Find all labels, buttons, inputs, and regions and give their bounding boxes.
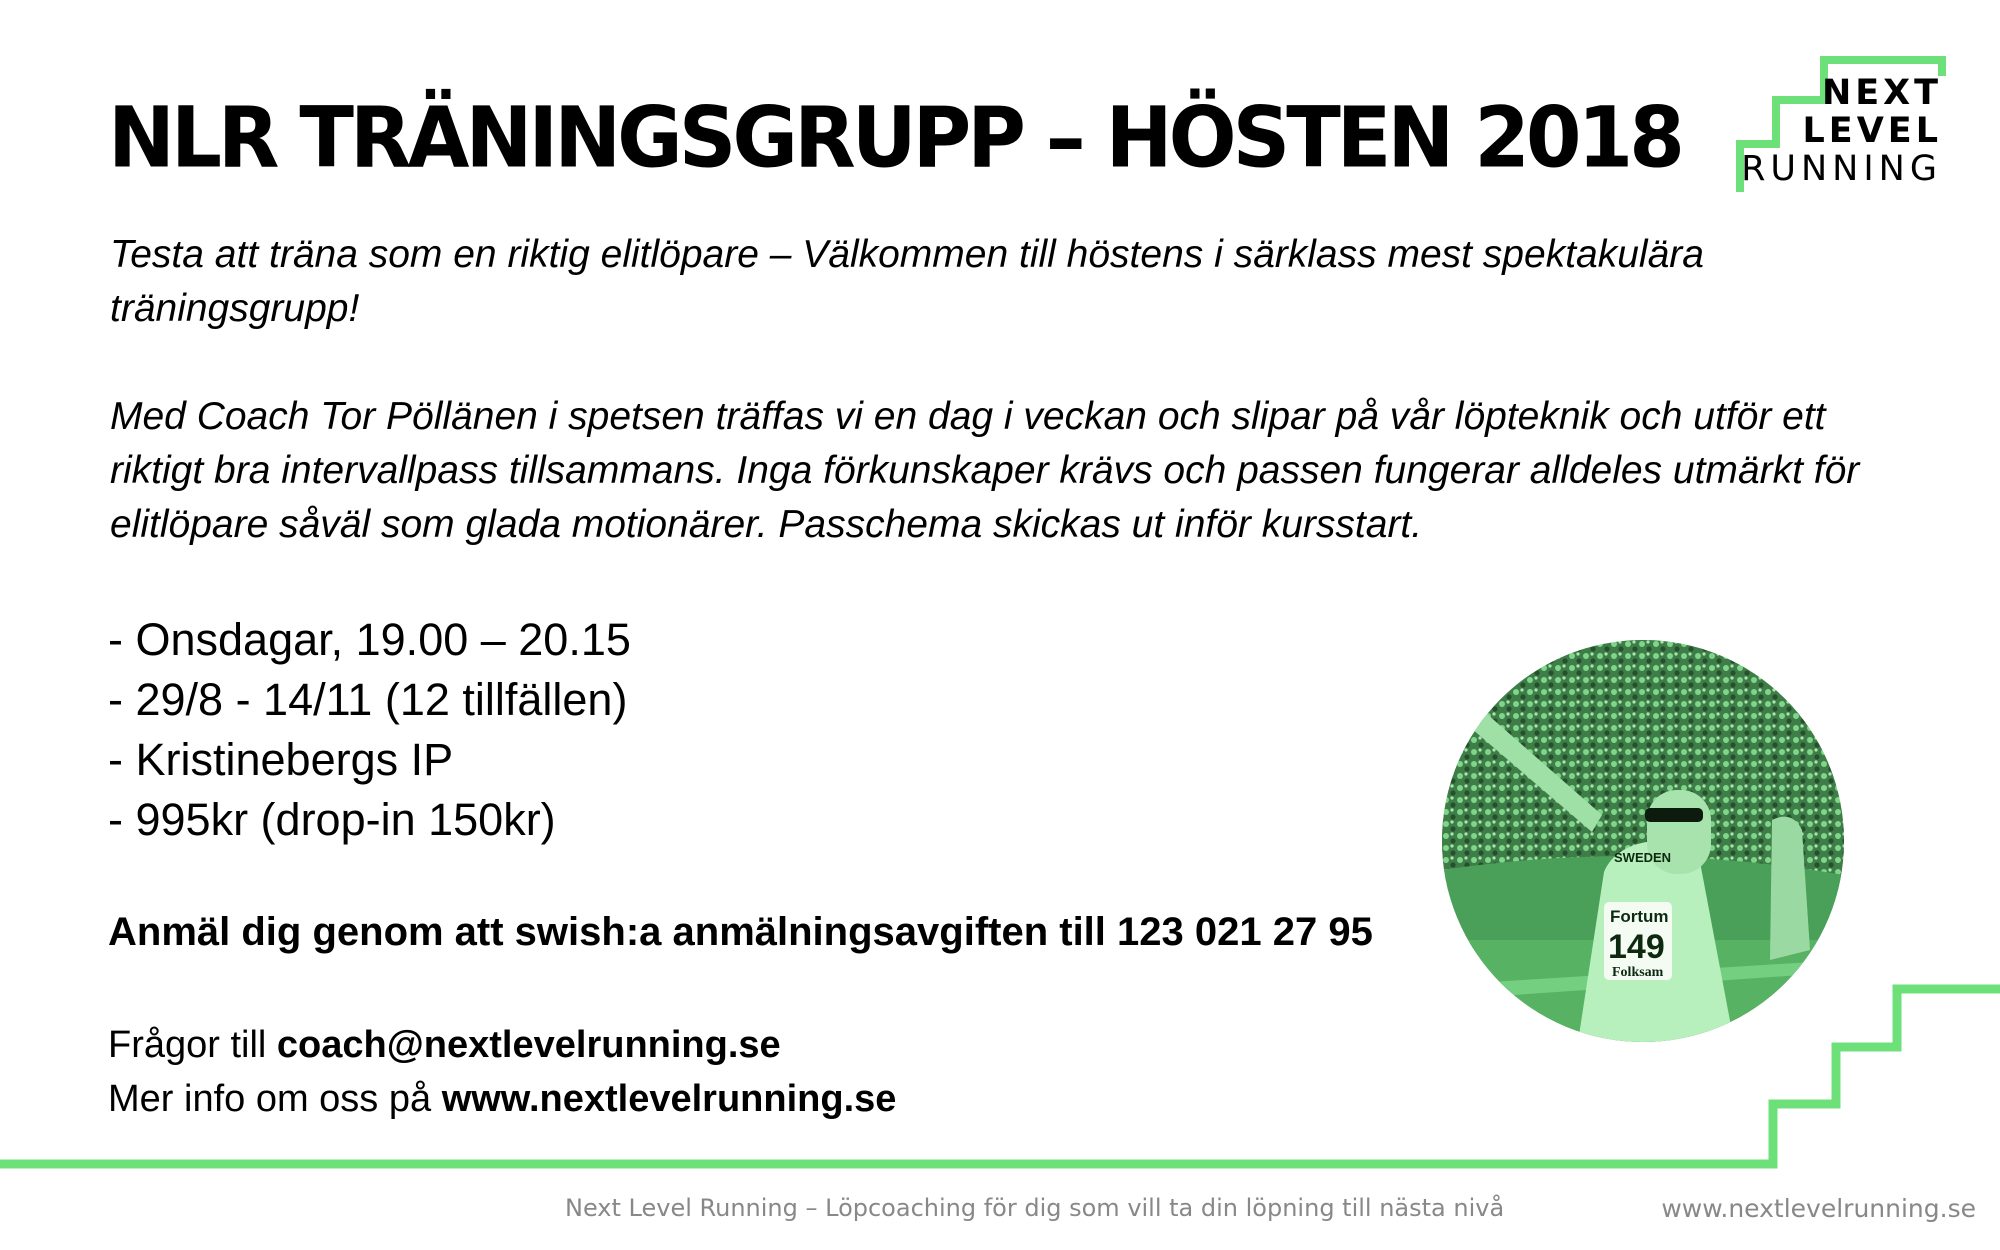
bib-sub: Folksam <box>1612 965 1664 980</box>
logo-text-next: NEXT <box>1821 73 1942 113</box>
footer-tagline: Next Level Running – Löpcoaching för dig… <box>565 1194 1505 1222</box>
intro-text: Testa att träna som en riktig elitlöpare… <box>110 228 1890 552</box>
footer-url[interactable]: www.nextlevelrunning.se <box>1661 1194 1976 1223</box>
logo-text-level: LEVEL <box>1802 111 1942 151</box>
detail-dates: - 29/8 - 14/11 (12 tillfällen) <box>108 674 628 725</box>
bib-number: 149 <box>1608 928 1665 966</box>
next-level-running-logo: NEXT LEVEL RUNNING <box>1736 56 1946 192</box>
signup-instruction: Anmäl dig genom att swish:a anmälningsav… <box>108 910 1373 954</box>
logo-text-running: RUNNING <box>1741 149 1942 189</box>
details-list: - Onsdagar, 19.00 – 20.15 - 29/8 - 14/11… <box>108 610 631 850</box>
bib-sponsor: Fortum <box>1610 907 1669 926</box>
detail-price: - 995kr (drop-in 150kr) <box>108 794 556 845</box>
intro-paragraph-2: Med Coach Tor Pöllänen i spetsen träffas… <box>110 395 1860 546</box>
detail-location: - Kristinebergs IP <box>108 734 454 785</box>
intro-paragraph-1: Testa att träna som en riktig elitlöpare… <box>110 233 1704 330</box>
stairs-accent-line <box>0 984 2000 1169</box>
shirt-text: SWEDEN <box>1614 850 1671 865</box>
detail-schedule: - Onsdagar, 19.00 – 20.15 <box>108 614 631 665</box>
page-title: NLR TRÄNINGSGRUPP – HÖSTEN 2018 <box>108 88 1685 187</box>
